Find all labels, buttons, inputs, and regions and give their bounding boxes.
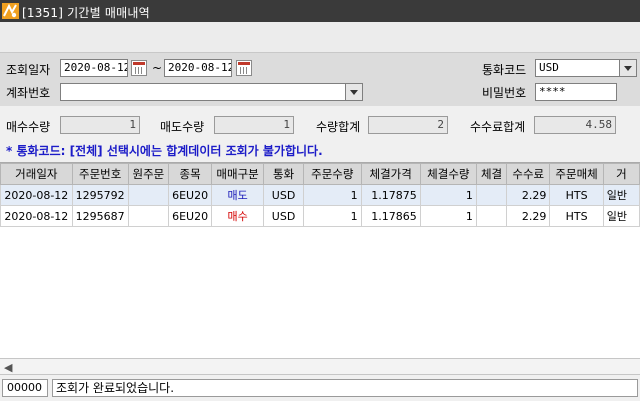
cell-fill-extra xyxy=(475,184,508,206)
cell-currency: USD xyxy=(263,184,305,206)
password-label: 비밀번호 xyxy=(482,86,527,100)
cell-symbol: 6EU20 xyxy=(168,205,213,227)
col-header[interactable]: 체결가격 xyxy=(360,163,421,185)
account-dropdown-icon[interactable] xyxy=(345,83,363,101)
col-header[interactable]: 매매구분 xyxy=(211,163,265,185)
fee-total-label: 수수료합계 xyxy=(470,120,526,134)
col-header[interactable]: 체결수량 xyxy=(419,163,477,185)
status-bar: 00000 조회가 완료되었습니다. xyxy=(0,374,640,401)
cell-trade-type: 일반 xyxy=(602,205,640,227)
total-qty-label: 수량합계 xyxy=(316,120,361,134)
cell-fill-qty: 1 xyxy=(419,184,477,206)
window-title: [1351] 기간별 매매내역 xyxy=(22,6,150,20)
cell-media: HTS xyxy=(549,205,604,227)
cell-orig-order xyxy=(127,205,170,227)
cell-currency: USD xyxy=(263,205,305,227)
currency-dropdown-icon[interactable] xyxy=(619,59,637,77)
date-to-input[interactable]: 2020-08-12 xyxy=(164,59,232,77)
scroll-left-icon[interactable]: ◀ xyxy=(4,361,12,374)
date-separator: ~ xyxy=(152,61,163,75)
cell-order-qty: 1 xyxy=(303,184,362,206)
calendar-icon[interactable] xyxy=(131,60,147,76)
cell-orig-order xyxy=(127,184,170,206)
table-row[interactable]: 2020-08-12 1295687 6EU20 매수 USD 1 1.1786… xyxy=(0,205,640,227)
calendar-icon[interactable] xyxy=(236,60,252,76)
col-header[interactable]: 주문매체 xyxy=(549,163,604,185)
cell-fill-price: 1.17865 xyxy=(360,205,421,227)
title-bar: [1351] 기간별 매매내역 xyxy=(0,0,640,22)
cell-side: 매수 xyxy=(211,205,265,227)
cell-order-no: 1295687 xyxy=(71,205,129,227)
filter-panel: 조회일자 2020-08-12 ~ 2020-08-12 통화코드 USD 계좌… xyxy=(0,52,640,108)
horizontal-scrollbar[interactable]: ◀ xyxy=(0,358,640,375)
status-message: 조회가 완료되었습니다. xyxy=(52,379,638,397)
buy-qty-label: 매수수량 xyxy=(6,120,51,134)
toolbar-area xyxy=(0,22,640,52)
cell-fee: 2.29 xyxy=(506,205,551,227)
col-header[interactable]: 주문수량 xyxy=(303,163,362,185)
cell-fill-extra xyxy=(475,205,508,227)
cell-order-no: 1295792 xyxy=(71,184,129,206)
col-header[interactable]: 원주문 xyxy=(127,163,170,185)
cell-fill-qty: 1 xyxy=(419,205,477,227)
cell-date: 2020-08-12 xyxy=(0,205,73,227)
notice-text: * 통화코드: [전체] 선택시에는 합계데이터 조회가 불가합니다. xyxy=(6,144,323,158)
cell-media: HTS xyxy=(549,184,604,206)
col-header[interactable]: 통화 xyxy=(263,163,305,185)
sell-qty-label: 매도수량 xyxy=(160,120,205,134)
cell-trade-type: 일반 xyxy=(602,184,640,206)
trade-table: 거래일자 주문번호 원주문 종목 매매구분 통화 주문수량 체결가격 체결수량 … xyxy=(0,163,640,227)
col-header[interactable]: 수수료 xyxy=(506,163,551,185)
app-logo-icon xyxy=(2,3,19,19)
col-header[interactable]: 거래일자 xyxy=(0,163,73,185)
currency-select[interactable]: USD xyxy=(535,59,621,77)
cell-fill-price: 1.17875 xyxy=(360,184,421,206)
col-header[interactable]: 주문번호 xyxy=(71,163,129,185)
date-label: 조회일자 xyxy=(6,63,51,77)
total-qty-field: 2 xyxy=(368,116,448,134)
date-from-input[interactable]: 2020-08-12 xyxy=(60,59,128,77)
status-code: 00000 xyxy=(2,379,48,397)
cell-order-qty: 1 xyxy=(303,205,362,227)
password-input[interactable]: **** xyxy=(535,83,617,101)
cell-fee: 2.29 xyxy=(506,184,551,206)
trade-grid[interactable]: 거래일자 주문번호 원주문 종목 매매구분 통화 주문수량 체결가격 체결수량 … xyxy=(0,162,640,359)
cell-side: 매도 xyxy=(211,184,265,206)
currency-label: 통화코드 xyxy=(482,63,527,77)
fee-total-field: 4.58 xyxy=(534,116,616,134)
account-label: 계좌번호 xyxy=(6,86,51,100)
cell-date: 2020-08-12 xyxy=(0,184,73,206)
table-header-row: 거래일자 주문번호 원주문 종목 매매구분 통화 주문수량 체결가격 체결수량 … xyxy=(0,163,640,185)
col-header[interactable]: 종목 xyxy=(168,163,213,185)
col-header[interactable]: 체결 xyxy=(475,163,508,185)
col-header[interactable]: 거 xyxy=(602,163,640,185)
buy-qty-field: 1 xyxy=(60,116,140,134)
sell-qty-field: 1 xyxy=(214,116,294,134)
table-row[interactable]: 2020-08-12 1295792 6EU20 매도 USD 1 1.1787… xyxy=(0,184,640,206)
account-select[interactable] xyxy=(60,83,346,101)
cell-symbol: 6EU20 xyxy=(168,184,213,206)
